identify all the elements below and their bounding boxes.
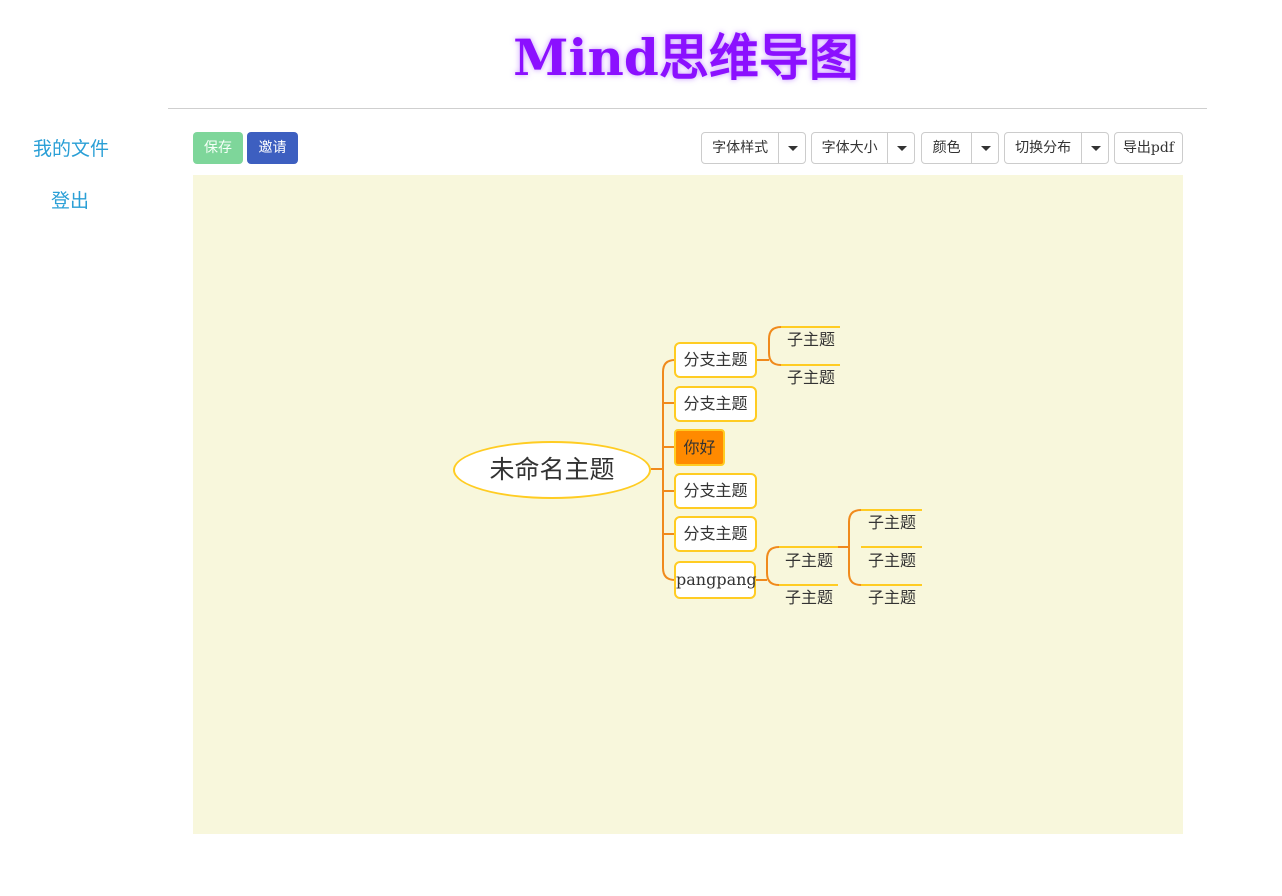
branch-node[interactable]: 分支主题	[674, 342, 757, 378]
caret-down-icon[interactable]	[972, 133, 998, 163]
caret-down-icon[interactable]	[888, 133, 914, 163]
font-style-label: 字体样式	[702, 133, 780, 163]
root-topic-node[interactable]: 未命名主题	[453, 441, 651, 499]
invite-button[interactable]: 邀请	[247, 132, 298, 164]
subtopic-node[interactable]: 子主题	[781, 588, 837, 608]
caret-down-icon[interactable]	[779, 133, 805, 163]
export-pdf-button[interactable]: 导出pdf	[1114, 132, 1183, 164]
branch-node-pangpang[interactable]: pangpang	[674, 561, 757, 599]
mindmap-canvas[interactable]: 未命名主题 分支主题 分支主题 你好 分支主题 分支主题 pangpang 子主…	[193, 175, 1183, 834]
subtopic-node[interactable]: 子主题	[783, 368, 839, 388]
font-size-dropdown[interactable]: 字体大小	[811, 132, 915, 164]
sidebar-item-my-files[interactable]: 我的文件	[33, 134, 109, 161]
layout-label: 切换分布	[1005, 133, 1083, 163]
subtopic-node[interactable]: 子主题	[781, 551, 837, 571]
caret-down-icon[interactable]	[1082, 133, 1108, 163]
subtopic-node[interactable]: 子主题	[864, 588, 920, 608]
color-dropdown[interactable]: 颜色	[921, 132, 999, 164]
branch-node[interactable]: 分支主题	[674, 386, 757, 422]
font-style-dropdown[interactable]: 字体样式	[701, 132, 806, 164]
font-size-label: 字体大小	[812, 133, 889, 163]
selected-branch-node[interactable]: 你好	[674, 429, 725, 466]
page-title: Mind思维导图	[513, 28, 859, 87]
sidebar-item-logout[interactable]: 登出	[51, 186, 89, 213]
branch-node[interactable]: 分支主题	[674, 516, 757, 552]
branch-node[interactable]: 分支主题	[674, 473, 757, 509]
header-divider	[168, 108, 1207, 109]
subtopic-node[interactable]: 子主题	[783, 330, 839, 350]
subtopic-node[interactable]: 子主题	[864, 551, 920, 571]
layout-dropdown[interactable]: 切换分布	[1004, 132, 1109, 164]
save-button[interactable]: 保存	[193, 132, 243, 164]
color-label: 颜色	[922, 133, 973, 163]
subtopic-node[interactable]: 子主题	[864, 513, 920, 533]
